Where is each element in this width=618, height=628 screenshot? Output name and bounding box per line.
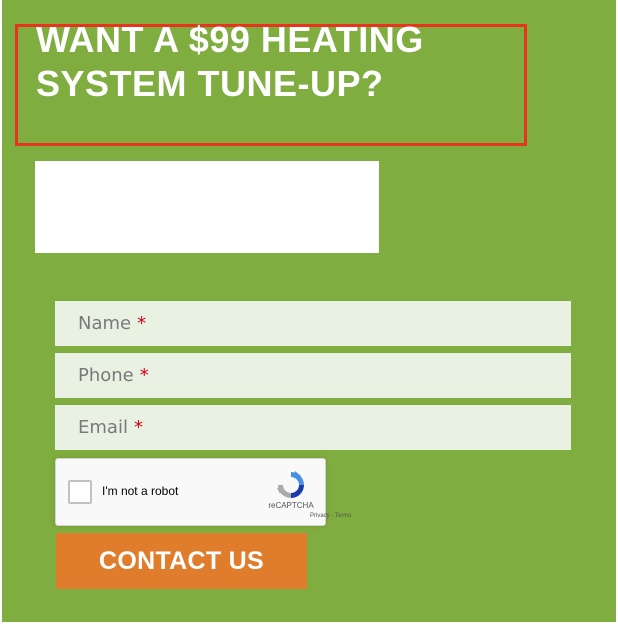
headline-line-1: WANT A $99 HEATING <box>36 19 424 60</box>
contact-us-button[interactable]: CONTACT US <box>56 533 307 589</box>
name-placeholder: Name <box>78 313 132 334</box>
email-required-mark: * <box>133 417 143 438</box>
recaptcha-brand: reCAPTCHA <box>268 501 314 510</box>
recaptcha-label: I'm not a robot <box>102 484 179 498</box>
name-required-mark: * <box>137 313 147 334</box>
recaptcha-privacy-terms-link[interactable]: Privacy - Terms <box>310 513 351 519</box>
headline-line-2: SYSTEM TUNE-UP? <box>36 63 384 104</box>
email-placeholder: Email <box>78 417 128 438</box>
email-field[interactable]: Email * <box>55 405 571 450</box>
phone-field[interactable]: Phone * <box>55 353 571 398</box>
lead-form-panel: WANT A $99 HEATING SYSTEM TUNE-UP? Name * … <box>2 0 616 622</box>
phone-placeholder: Phone <box>78 365 134 386</box>
headline: WANT A $99 HEATING SYSTEM TUNE-UP? <box>36 18 424 106</box>
name-field[interactable]: Name * <box>55 301 571 346</box>
recaptcha-widget: I'm not a robot reCAPTCHA Privacy - Term… <box>55 458 351 526</box>
blank-white-box <box>35 161 379 253</box>
recaptcha-logo-icon <box>277 471 304 498</box>
phone-required-mark: * <box>139 365 149 386</box>
recaptcha-checkbox[interactable] <box>68 480 92 504</box>
